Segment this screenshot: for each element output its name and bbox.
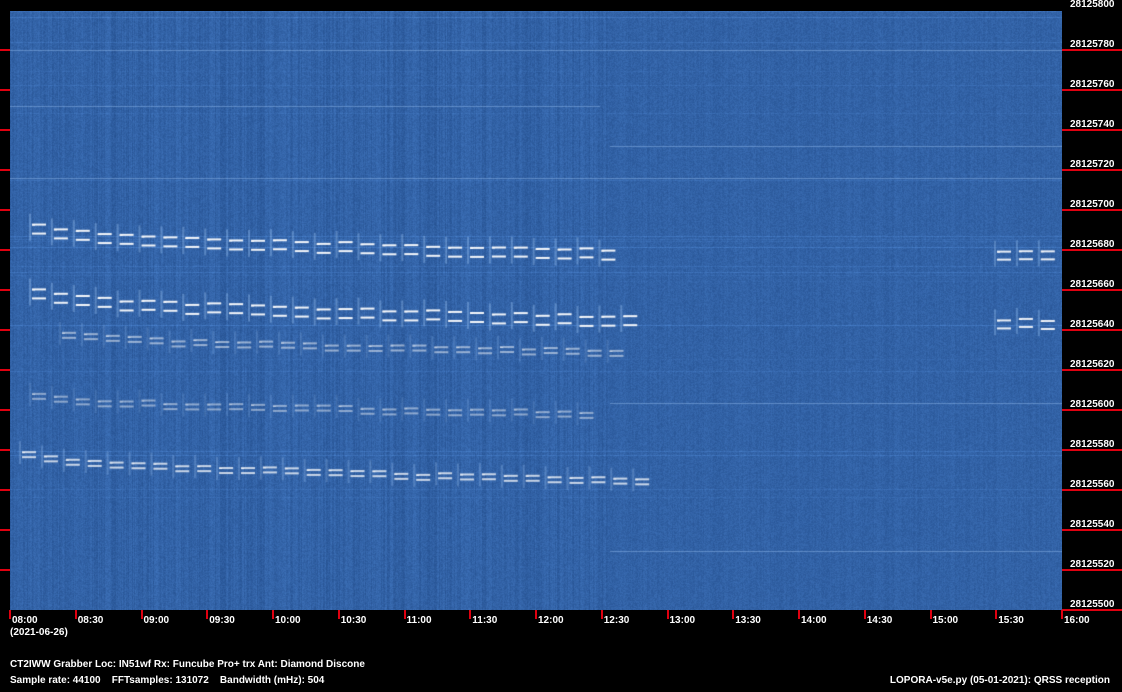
y-tick-label: 28125640 bbox=[1070, 319, 1115, 330]
x-tick-label: 12:30 bbox=[603, 615, 630, 626]
x-tick bbox=[337, 610, 340, 619]
x-tick-label: 10:00 bbox=[275, 615, 301, 626]
x-tick bbox=[600, 610, 603, 619]
x-tick bbox=[995, 610, 998, 619]
y-tick-label: 28125700 bbox=[1070, 199, 1115, 210]
x-tick-label: 14:00 bbox=[801, 615, 827, 626]
y-tick-label: 28125500 bbox=[1070, 599, 1115, 610]
y-tick-label: 28125680 bbox=[1070, 239, 1115, 250]
x-tick-label: 16:00 bbox=[1064, 615, 1090, 626]
x-tick-label: 09:30 bbox=[209, 615, 235, 626]
x-tick bbox=[929, 610, 932, 619]
y-tick-left bbox=[0, 449, 10, 451]
y-tick-label: 28125740 bbox=[1070, 119, 1115, 130]
y-tick-label: 28125720 bbox=[1070, 159, 1115, 170]
x-tick-label: 10:30 bbox=[340, 615, 367, 626]
y-tick-left bbox=[0, 249, 10, 251]
x-tick-label: 11:00 bbox=[406, 615, 432, 626]
y-tick-label: 28125780 bbox=[1070, 39, 1115, 50]
x-tick-label: 08:30 bbox=[77, 615, 104, 626]
x-tick bbox=[403, 610, 406, 619]
x-tick bbox=[9, 610, 11, 619]
x-tick-label: 12:00 bbox=[538, 615, 564, 626]
y-tick-left bbox=[0, 329, 10, 331]
x-tick-label: 13:00 bbox=[669, 615, 696, 626]
y-tick-left bbox=[0, 89, 10, 91]
x-tick bbox=[1061, 610, 1063, 619]
x-tick bbox=[863, 610, 866, 619]
x-tick bbox=[798, 610, 800, 619]
x-tick-label: 11:30 bbox=[472, 615, 498, 626]
y-tick-left bbox=[0, 529, 10, 531]
y-tick-left bbox=[0, 289, 10, 291]
y-tick-label: 28125600 bbox=[1070, 399, 1115, 410]
y-tick-left bbox=[0, 409, 10, 411]
y-tick-label: 28125660 bbox=[1070, 279, 1115, 290]
x-tick bbox=[732, 610, 735, 619]
fft-params: Sample rate: 44100 FFTsamples: 131072 Ba… bbox=[10, 675, 325, 686]
x-tick-label: 14:30 bbox=[866, 615, 893, 626]
y-tick-label: 28125520 bbox=[1070, 559, 1115, 570]
y-tick-left bbox=[0, 209, 10, 211]
station-info: CT2IWW Grabber Loc: IN51wf Rx: Funcube P… bbox=[10, 659, 365, 670]
x-tick bbox=[272, 610, 274, 619]
x-tick bbox=[74, 610, 77, 619]
y-tick-label: 28125580 bbox=[1070, 439, 1115, 450]
y-tick-left bbox=[0, 49, 10, 51]
y-tick-label: 28125800 bbox=[1070, 0, 1115, 10]
x-tick-label: 15:30 bbox=[998, 615, 1024, 626]
x-tick bbox=[140, 610, 143, 619]
x-tick bbox=[206, 610, 209, 619]
x-tick-label: 08:00 bbox=[12, 615, 38, 626]
date-label: (2021-06-26) bbox=[10, 627, 68, 638]
spectrogram-waterfall bbox=[10, 11, 1062, 610]
x-tick bbox=[535, 610, 537, 619]
y-tick-left bbox=[0, 569, 10, 571]
x-tick-label: 15:00 bbox=[932, 615, 959, 626]
y-tick-left bbox=[0, 489, 10, 491]
y-tick-label: 28125540 bbox=[1070, 519, 1115, 530]
x-tick bbox=[469, 610, 472, 619]
y-tick-left bbox=[0, 369, 10, 371]
y-tick-left bbox=[0, 129, 10, 131]
x-tick-label: 09:00 bbox=[143, 615, 170, 626]
y-tick-label: 28125760 bbox=[1070, 79, 1115, 90]
x-tick bbox=[666, 610, 669, 619]
software-info: LOPORA-v5e.py (05-01-2021): QRSS recepti… bbox=[889, 675, 1110, 686]
y-tick-left bbox=[0, 169, 10, 171]
y-tick-label: 28125620 bbox=[1070, 359, 1115, 370]
x-tick-label: 13:30 bbox=[735, 615, 761, 626]
y-tick-label: 28125560 bbox=[1070, 479, 1115, 490]
